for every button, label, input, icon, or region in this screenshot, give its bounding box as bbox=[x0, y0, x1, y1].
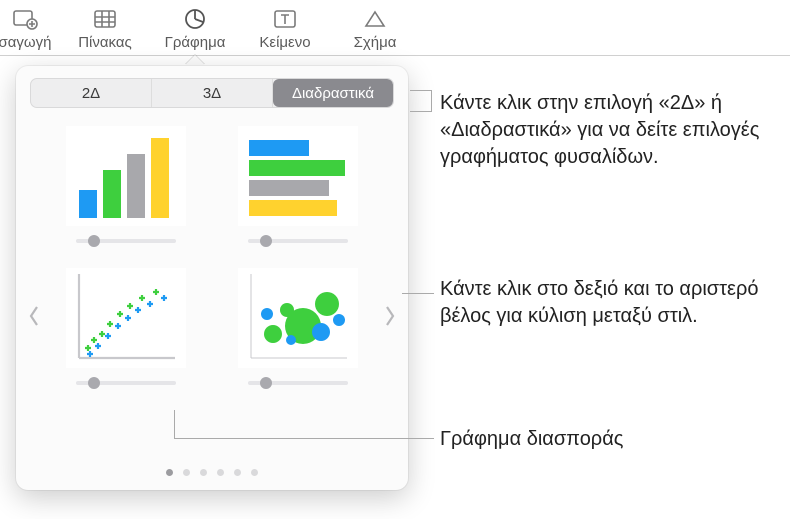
callout-arrows: Κάντε κλικ στο δεξιό και το αριστερό βέλ… bbox=[440, 276, 780, 330]
bar-horizontal-thumb bbox=[238, 126, 358, 226]
bubble-thumb bbox=[238, 268, 358, 368]
toolbar-label: Κείμενο bbox=[259, 34, 310, 51]
chart-popover: 2Δ 3Δ Διαδραστικά bbox=[16, 66, 408, 490]
style-slider[interactable] bbox=[248, 376, 348, 390]
toolbar-item-insert[interactable]: σαγωγή bbox=[0, 6, 60, 51]
segment-interactive[interactable]: Διαδραστικά bbox=[273, 79, 393, 107]
toolbar-item-text[interactable]: Κείμενο bbox=[240, 6, 330, 51]
style-slider[interactable] bbox=[76, 376, 176, 390]
toolbar-label: Πίνακας bbox=[78, 34, 132, 51]
dot[interactable] bbox=[166, 469, 173, 476]
segment-3d[interactable]: 3Δ bbox=[152, 79, 273, 107]
callout-leader bbox=[402, 293, 434, 294]
shape-icon bbox=[360, 6, 390, 32]
dot[interactable] bbox=[234, 469, 241, 476]
dot[interactable] bbox=[183, 469, 190, 476]
chart-option-bar-horizontal[interactable] bbox=[226, 126, 370, 248]
chart-grid bbox=[30, 126, 394, 390]
style-slider[interactable] bbox=[76, 234, 176, 248]
chart-option-scatter[interactable] bbox=[54, 268, 198, 390]
callout-segments: Κάντε κλικ στην επιλογή «2Δ» ή «Διαδραστ… bbox=[440, 90, 780, 171]
toolbar-item-chart[interactable]: Γράφημα bbox=[150, 6, 240, 51]
toolbar-item-shape[interactable]: Σχήμα bbox=[330, 6, 420, 51]
text-icon bbox=[270, 6, 300, 32]
table-icon bbox=[90, 6, 120, 32]
toolbar: σαγωγή Πίνακας Γράφημα Κείμενο bbox=[0, 0, 790, 56]
callout-leader bbox=[174, 410, 175, 438]
chart-option-bubble[interactable] bbox=[226, 268, 370, 390]
toolbar-label: Σχήμα bbox=[354, 34, 397, 51]
dot[interactable] bbox=[200, 469, 207, 476]
insert-icon bbox=[10, 6, 40, 32]
toolbar-label: σαγωγή bbox=[0, 34, 51, 51]
toolbar-item-table[interactable]: Πίνακας bbox=[60, 6, 150, 51]
callout-leader bbox=[174, 438, 434, 439]
chart-option-bar-vertical[interactable] bbox=[54, 126, 198, 248]
page-dots[interactable] bbox=[16, 469, 408, 476]
callout-scatter: Γράφημα διασποράς bbox=[440, 426, 623, 453]
callout-bracket bbox=[410, 90, 432, 112]
dot[interactable] bbox=[251, 469, 258, 476]
scatter-thumb bbox=[66, 268, 186, 368]
style-slider[interactable] bbox=[248, 234, 348, 248]
bar-vertical-thumb bbox=[66, 126, 186, 226]
chart-icon bbox=[180, 6, 210, 32]
dot[interactable] bbox=[217, 469, 224, 476]
segment-2d[interactable]: 2Δ bbox=[31, 79, 152, 107]
toolbar-label: Γράφημα bbox=[165, 34, 226, 51]
segmented-control: 2Δ 3Δ Διαδραστικά bbox=[30, 78, 394, 108]
